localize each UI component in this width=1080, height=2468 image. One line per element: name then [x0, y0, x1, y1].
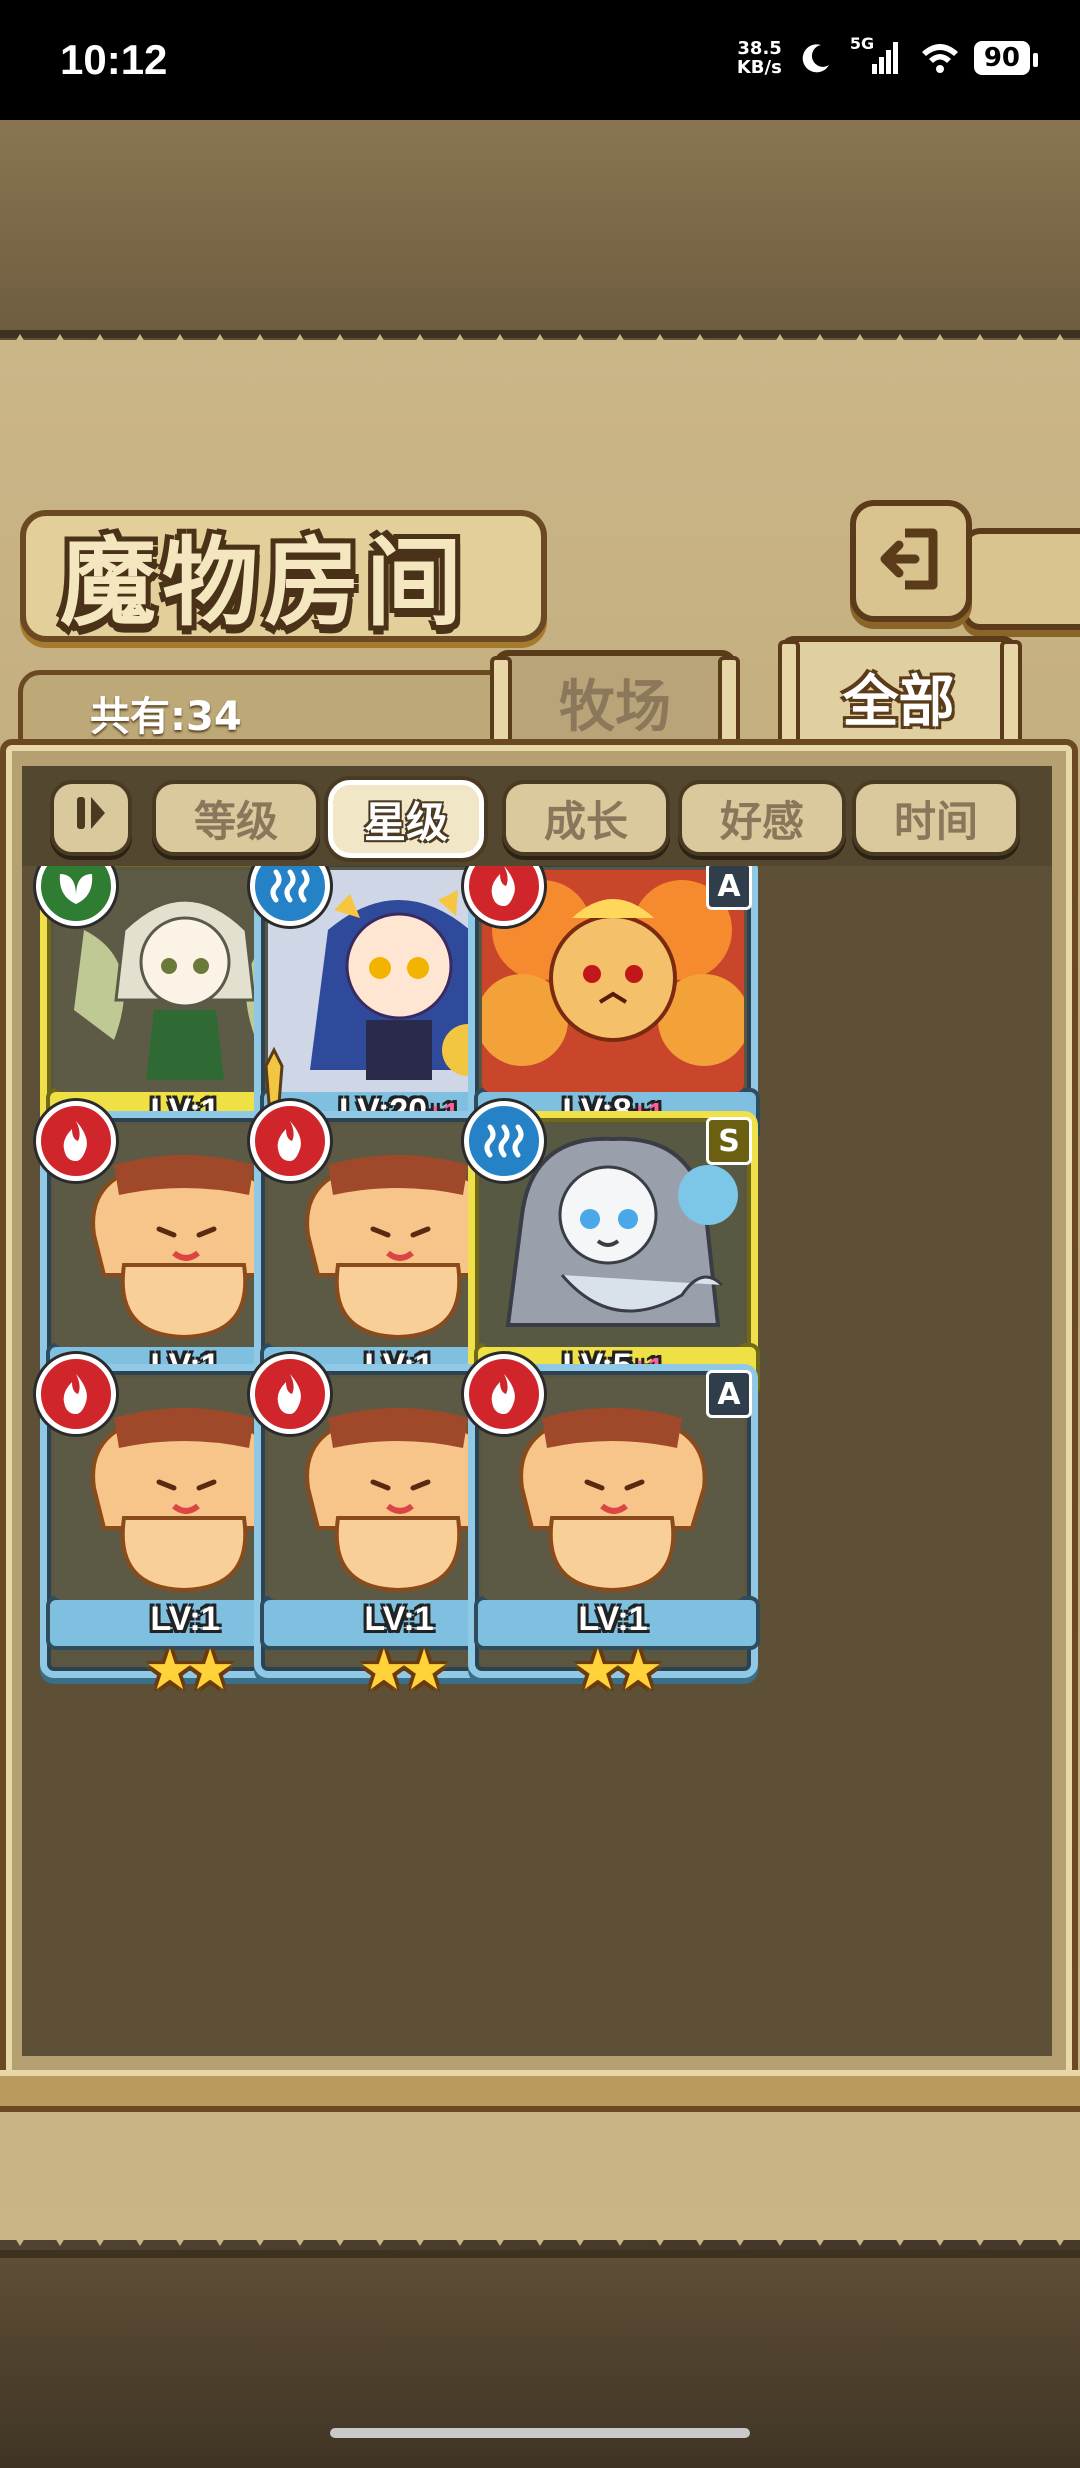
monster-grid: SLV:1★★★ALV:20+1★★★ALV:8+1★★★ALV:1★★ALV:…	[22, 866, 1052, 2046]
page-title: 魔物房间	[60, 526, 468, 639]
zigzag-edge-bottom	[0, 2214, 1080, 2246]
sort-growth-button[interactable]: 成长	[502, 780, 670, 856]
map-background-top	[0, 120, 1080, 338]
back-button[interactable]	[850, 500, 972, 622]
tab-post	[1000, 640, 1022, 760]
panel-bottom-strip	[0, 2070, 1080, 2112]
sort-level-button[interactable]: 等级	[152, 780, 320, 856]
fire-icon	[36, 1354, 116, 1434]
water-icon	[464, 1101, 544, 1181]
signal-icon: 5G	[850, 34, 906, 78]
zigzag-edge-top	[0, 334, 1080, 366]
battery-icon: 90	[973, 41, 1039, 75]
fire-icon	[250, 1101, 330, 1181]
level-label: LV:1	[578, 1600, 648, 1638]
rank-badge: A	[706, 1370, 752, 1418]
moon-icon	[796, 38, 836, 78]
fire-icon	[36, 1101, 116, 1181]
sort-order-icon	[69, 791, 113, 845]
fire-icon	[250, 1354, 330, 1434]
network-speed: 38.5 KB/s	[736, 38, 782, 78]
monster-card[interactable]: A LV:1★★	[464, 1354, 760, 1704]
status-icons: 38.5 KB/s 5G 90	[736, 34, 1039, 78]
return-arrow-icon	[875, 523, 947, 599]
back-button-tab	[962, 528, 1080, 630]
clock: 10:12	[60, 36, 168, 83]
sort-affection-button[interactable]: 好感	[678, 780, 846, 856]
monster-count: 共有:34	[90, 694, 242, 740]
sort-star-button[interactable]: 星级	[328, 780, 484, 858]
sort-time-button[interactable]: 时间	[852, 780, 1020, 856]
wifi-icon	[920, 38, 960, 78]
tab-farm[interactable]: 牧场	[494, 650, 736, 748]
rank-badge: A	[706, 866, 752, 910]
home-indicator[interactable]	[330, 2428, 750, 2438]
tab-post	[778, 640, 800, 760]
star-rating: ★★	[572, 1638, 663, 1703]
tab-all[interactable]: 全部	[780, 636, 1017, 752]
sort-order-toggle[interactable]	[50, 780, 132, 856]
rank-badge: S	[706, 1117, 752, 1165]
fire-icon	[464, 1354, 544, 1434]
status-bar: 10:12 38.5 KB/s 5G 90	[0, 0, 1080, 120]
